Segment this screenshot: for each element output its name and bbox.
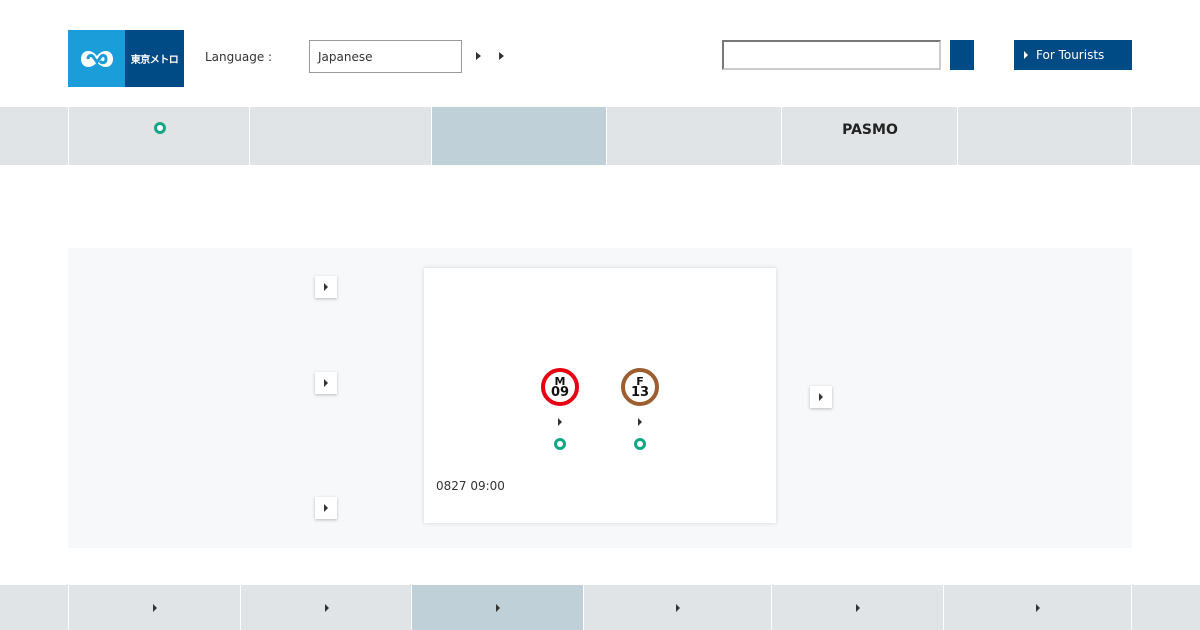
nav-item-3[interactable] bbox=[431, 107, 607, 165]
arrow-right-icon bbox=[676, 603, 680, 612]
arrow-right-icon bbox=[638, 418, 642, 426]
arrow-right-icon bbox=[324, 379, 328, 387]
nav-item-2[interactable] bbox=[249, 107, 424, 165]
bottom-nav bbox=[0, 585, 1200, 630]
bottom-nav-item-4[interactable] bbox=[583, 585, 772, 630]
search-input[interactable] bbox=[722, 40, 941, 70]
arrow-right-icon bbox=[324, 283, 328, 291]
arrow-right-icon bbox=[819, 393, 823, 401]
arrow-right-icon bbox=[153, 603, 157, 612]
bottom-nav-item-5[interactable] bbox=[771, 585, 944, 630]
nav-item-4[interactable] bbox=[606, 107, 782, 165]
side-link-button-2[interactable] bbox=[315, 372, 337, 394]
arrow-right-icon bbox=[324, 603, 329, 612]
nav-item-pasmo-label: PASMO bbox=[842, 122, 898, 138]
ring-icon bbox=[554, 438, 566, 450]
logo-wordmark: 東京メトロ bbox=[125, 30, 184, 87]
side-link-button-1[interactable] bbox=[315, 276, 337, 298]
station-badge-m09[interactable]: M 09 bbox=[541, 368, 579, 406]
language-next-arrow-icon[interactable] bbox=[499, 52, 504, 60]
side-link-button-3[interactable] bbox=[315, 497, 337, 519]
arrow-right-icon bbox=[856, 603, 860, 612]
arrow-right-icon bbox=[558, 418, 562, 426]
header: 東京メトロ Language : Japanese For Tourists bbox=[0, 0, 1200, 107]
arrow-right-icon bbox=[1024, 51, 1028, 59]
station-number: 09 bbox=[550, 385, 570, 400]
arrow-right-icon bbox=[1036, 603, 1040, 612]
bottom-nav-item-3[interactable] bbox=[411, 585, 584, 630]
language-select[interactable]: Japanese bbox=[309, 40, 462, 73]
language-prev-arrow-icon[interactable] bbox=[476, 52, 481, 60]
update-timestamp: 0827 09:00 bbox=[436, 479, 505, 493]
bottom-nav-item-2[interactable] bbox=[240, 585, 412, 630]
nav-item-edge bbox=[1131, 107, 1200, 165]
search-button[interactable] bbox=[950, 40, 974, 70]
next-panel-button[interactable] bbox=[810, 386, 832, 408]
ring-icon bbox=[634, 438, 646, 450]
metro-m-logo-icon bbox=[68, 30, 125, 87]
language-label: Language : bbox=[205, 50, 273, 64]
nav-item-pasmo[interactable]: PASMO bbox=[781, 107, 958, 165]
bottom-nav-item-1[interactable] bbox=[68, 585, 241, 630]
for-tourists-label: For Tourists bbox=[1036, 48, 1105, 62]
bottom-nav-edge bbox=[1131, 585, 1200, 630]
nav-item-6[interactable] bbox=[957, 107, 1132, 165]
ring-icon bbox=[153, 122, 166, 134]
station-badge-f13[interactable]: F 13 bbox=[621, 368, 659, 406]
global-nav: PASMO bbox=[0, 107, 1200, 165]
nav-item-1[interactable] bbox=[68, 107, 250, 165]
bottom-nav-item-6[interactable] bbox=[943, 585, 1132, 630]
arrow-right-icon bbox=[324, 504, 328, 512]
for-tourists-button[interactable]: For Tourists bbox=[1014, 40, 1132, 70]
station-number: 13 bbox=[630, 385, 650, 400]
tokyo-metro-logo[interactable]: 東京メトロ bbox=[68, 30, 184, 87]
arrow-right-icon bbox=[496, 603, 500, 612]
